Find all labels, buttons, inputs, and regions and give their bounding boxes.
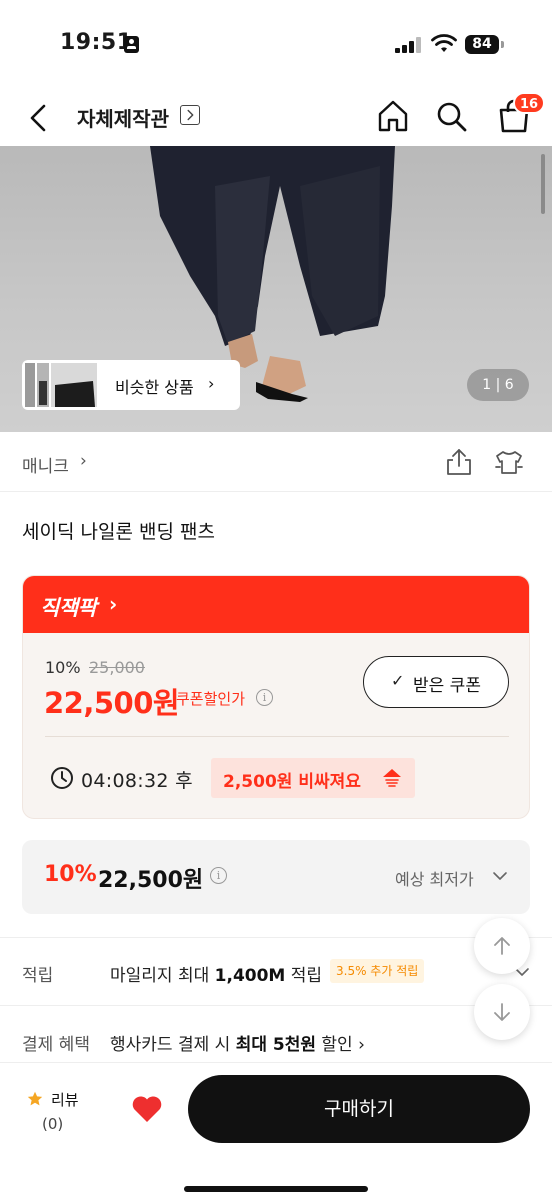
chevron-right-icon[interactable]: ›: [80, 451, 87, 471]
received-coupon-button[interactable]: ✓ 받은 쿠폰: [363, 656, 509, 708]
original-price: 25,000: [89, 658, 145, 677]
similar-products-label: 비슷한 상품: [115, 378, 194, 397]
share-icon[interactable]: [444, 446, 474, 478]
sale-price: 22,500원: [44, 686, 180, 720]
check-icon: ✓: [391, 671, 405, 690]
signal-icon: [395, 37, 425, 53]
info-icon[interactable]: i: [210, 867, 227, 884]
expected-lowest-label: 예상 최저가: [395, 870, 474, 889]
heart-icon[interactable]: [130, 1093, 164, 1125]
brand-row: 매니크 ›: [0, 432, 552, 492]
star-icon: [27, 1091, 43, 1106]
arrow-down-icon: [494, 1003, 510, 1021]
points-bonus-badge: 3.5% 추가 적립: [330, 959, 425, 983]
points-row[interactable]: 적립 마일리지 최대 1,400M 적립 3.5% 추가 적립: [0, 938, 552, 1006]
battery-icon: 84: [465, 35, 499, 54]
similar-products-button[interactable]: 비슷한 상품 ›: [22, 360, 240, 410]
points-label: 적립: [22, 966, 54, 986]
price-increase-badge: 2,500원 비싸져요: [211, 758, 415, 798]
discount-rate: 10%: [45, 658, 81, 677]
chevron-right-icon[interactable]: [180, 105, 200, 125]
shirt-compare-icon[interactable]: [493, 446, 525, 478]
similar-thumbnails: [25, 363, 97, 407]
price-increase-text: 2,500원 비싸져요: [223, 772, 361, 792]
status-bar: 19:51 84: [0, 0, 552, 90]
received-coupon-label: 받은 쿠폰: [413, 676, 481, 696]
battery-tip: [501, 41, 504, 48]
buy-button[interactable]: 구매하기: [188, 1075, 530, 1143]
nav-bar: 자체제작관: [0, 90, 552, 146]
arrow-up-icon: [494, 937, 510, 955]
info-icon[interactable]: i: [256, 689, 273, 706]
person-icon: [124, 36, 139, 53]
product-image-gallery[interactable]: 비슷한 상품 › 1 | 6: [0, 146, 552, 432]
image-pager: 1 | 6: [467, 369, 529, 401]
scroll-down-button[interactable]: [474, 984, 530, 1040]
clock-icon: [51, 767, 73, 789]
bottom-action-bar: 리뷰 (0) 구매하기: [0, 1062, 552, 1200]
lowest-discount-rate: 10%: [44, 862, 97, 887]
lowest-price: 22,500원: [98, 868, 204, 893]
deal-card: 직잭팍 › 10% 25,000 22,500원 쿠폰할인가 i ✓ 받은 쿠폰…: [22, 575, 530, 819]
search-icon[interactable]: [434, 96, 470, 136]
chevron-right-icon: ›: [109, 592, 118, 616]
points-value: 마일리지 최대 1,400M 적립: [110, 966, 323, 986]
store-title[interactable]: 자체제작관: [77, 103, 169, 132]
brand-name-link[interactable]: 매니크: [22, 452, 69, 477]
divider: [45, 736, 509, 737]
product-title: 세이딕 나일론 밴딩 팬츠: [22, 521, 215, 543]
home-icon[interactable]: [375, 96, 411, 136]
coupon-price-label: 쿠폰할인가: [176, 690, 246, 708]
review-count[interactable]: (0): [42, 1115, 63, 1133]
deal-header-label: 직잭팍: [40, 596, 97, 620]
deal-countdown: 04:08:32 후: [81, 770, 193, 792]
deal-header[interactable]: 직잭팍 ›: [23, 576, 529, 633]
payment-benefit-label: 결제 혜택: [22, 1035, 90, 1055]
cart-count-badge: 16: [513, 92, 546, 114]
chevron-left-icon[interactable]: [22, 98, 58, 138]
image-scrollbar[interactable]: [541, 154, 545, 214]
wifi-icon: [431, 34, 457, 52]
status-time: 19:51: [60, 30, 133, 55]
review-label[interactable]: 리뷰: [51, 1089, 79, 1110]
payment-benefit-value: 행사카드 결제 시 최대 5천원 할인 ›: [110, 1035, 365, 1055]
chevron-right-icon: ›: [208, 374, 215, 393]
rising-arrow-icon: [383, 769, 401, 787]
home-indicator: [184, 1186, 368, 1192]
scroll-up-button[interactable]: [474, 918, 530, 974]
chevron-down-icon: [493, 872, 507, 880]
expected-lowest-price-box[interactable]: 10% 22,500원 i 예상 최저가: [22, 840, 530, 914]
